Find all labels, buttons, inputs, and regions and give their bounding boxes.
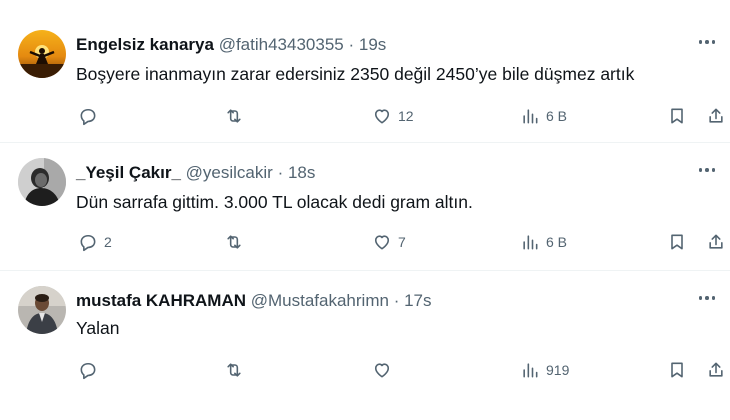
views-count: 919 xyxy=(546,362,570,378)
more-icon[interactable] xyxy=(692,32,722,52)
views-count: 6 B xyxy=(546,108,568,124)
reply-count: 2 xyxy=(104,234,112,250)
retweet-icon xyxy=(227,235,241,249)
timestamp[interactable]: 17s xyxy=(404,291,431,310)
share-button[interactable] xyxy=(706,230,726,254)
tweet-header: Engelsiz kanarya @fatih43430355 · 19s xyxy=(76,34,386,56)
reply-icon xyxy=(80,234,96,252)
bookmark-button[interactable] xyxy=(667,358,687,382)
more-icon[interactable] xyxy=(692,288,722,308)
share-button[interactable] xyxy=(706,104,726,128)
views-icon xyxy=(523,235,538,250)
share-icon xyxy=(709,108,723,123)
reply-button[interactable]: 2 xyxy=(78,230,112,254)
tweet-2[interactable]: _Yeşil Çakır_ @yesilcakir · 18s Dün sarr… xyxy=(0,158,730,258)
tweet-header: _Yeşil Çakır_ @yesilcakir · 18s xyxy=(76,162,315,184)
tweet-text: Dün sarrafa gittim. 3.000 TL olacak dedi… xyxy=(76,192,473,212)
share-icon xyxy=(709,234,723,249)
separator-dot: · xyxy=(348,35,355,54)
author-name[interactable]: _Yeşil Çakır_ xyxy=(76,163,181,182)
bookmark-button[interactable] xyxy=(667,104,687,128)
like-icon xyxy=(374,363,390,378)
tweet-text: Boşyere inanmayın zarar edersiniz 2350 d… xyxy=(76,64,635,84)
views-button[interactable]: 919 xyxy=(520,358,569,382)
tweet-divider xyxy=(0,142,730,143)
author-name[interactable]: Engelsiz kanarya xyxy=(76,35,214,54)
bookmark-button[interactable] xyxy=(667,230,687,254)
reply-icon xyxy=(80,362,96,380)
timestamp[interactable]: 19s xyxy=(359,35,386,54)
tweet-divider xyxy=(0,270,730,271)
like-button[interactable]: 7 xyxy=(372,230,406,254)
action-bar: 12 6 B xyxy=(76,104,726,128)
avatar[interactable] xyxy=(18,158,66,206)
bookmark-icon xyxy=(671,234,683,250)
like-button[interactable] xyxy=(372,358,398,382)
tweet-header: mustafa KAHRAMAN @Mustafakahrimn · 17s xyxy=(76,290,432,312)
reply-button[interactable] xyxy=(78,358,104,382)
retweet-icon xyxy=(227,109,241,123)
tweet-text: Yalan xyxy=(76,318,120,338)
author-handle[interactable]: @Mustafakahrimn xyxy=(251,291,389,310)
avatar[interactable] xyxy=(18,30,66,78)
retweet-button[interactable] xyxy=(224,230,250,254)
like-count: 7 xyxy=(398,234,406,250)
more-icon[interactable] xyxy=(692,160,722,180)
views-button[interactable]: 6 B xyxy=(520,104,567,128)
share-icon xyxy=(709,362,723,377)
separator-dot: · xyxy=(393,291,400,310)
like-icon xyxy=(374,109,390,124)
like-button[interactable]: 12 xyxy=(372,104,414,128)
bookmark-icon xyxy=(671,362,683,378)
avatar[interactable] xyxy=(18,286,66,334)
retweet-button[interactable] xyxy=(224,358,250,382)
retweet-icon xyxy=(227,363,241,377)
action-bar: 919 xyxy=(76,358,726,382)
timestamp[interactable]: 18s xyxy=(288,163,315,182)
like-count: 12 xyxy=(398,108,414,124)
views-icon xyxy=(523,363,538,378)
share-button[interactable] xyxy=(706,358,726,382)
action-bar: 2 7 6 B xyxy=(76,230,726,254)
views-icon xyxy=(523,109,538,124)
author-handle[interactable]: @fatih43430355 xyxy=(219,35,344,54)
views-count: 6 B xyxy=(546,234,568,250)
tweet-1[interactable]: Engelsiz kanarya @fatih43430355 · 19s Bo… xyxy=(0,30,730,130)
author-handle[interactable]: @yesilcakir xyxy=(186,163,273,182)
tweet-3[interactable]: mustafa KAHRAMAN @Mustafakahrimn · 17s Y… xyxy=(0,286,730,386)
reply-icon xyxy=(80,108,96,126)
reply-button[interactable] xyxy=(78,104,104,128)
retweet-button[interactable] xyxy=(224,104,250,128)
author-name[interactable]: mustafa KAHRAMAN xyxy=(76,291,246,310)
separator-dot: · xyxy=(277,163,284,182)
views-button[interactable]: 6 B xyxy=(520,230,567,254)
bookmark-icon xyxy=(671,108,683,124)
like-icon xyxy=(374,235,390,250)
